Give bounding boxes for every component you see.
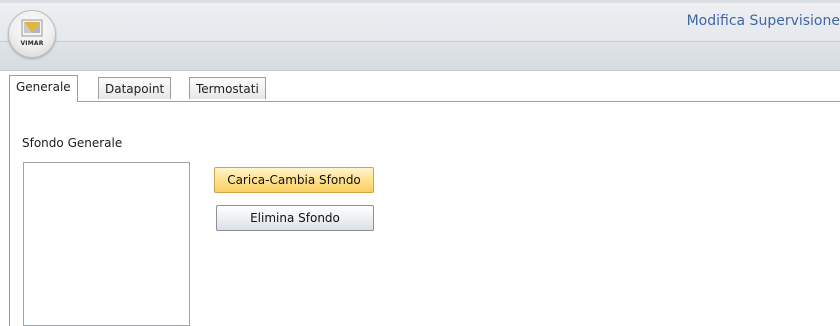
load-change-background-button[interactable]: Carica-Cambia Sfondo [214, 167, 374, 193]
tab-termostati[interactable]: Termostati [189, 77, 266, 99]
logo-emblem-icon [21, 19, 43, 37]
tab-datapoint[interactable]: Datapoint [98, 77, 172, 99]
delete-background-button[interactable]: Elimina Sfondo [216, 205, 374, 231]
window-title: Modifica Supervisione [686, 13, 840, 29]
vimar-logo-icon: VIMAR [8, 10, 56, 58]
background-preview [23, 162, 190, 326]
tab-generale[interactable]: Generale [9, 75, 78, 102]
header-top-strip [0, 0, 840, 3]
section-label: Sfondo Generale [22, 136, 123, 150]
logo-text: VIMAR [20, 40, 44, 47]
app-header: VIMAR Modifica Supervisione [0, 0, 840, 71]
header-divider [0, 41, 840, 42]
